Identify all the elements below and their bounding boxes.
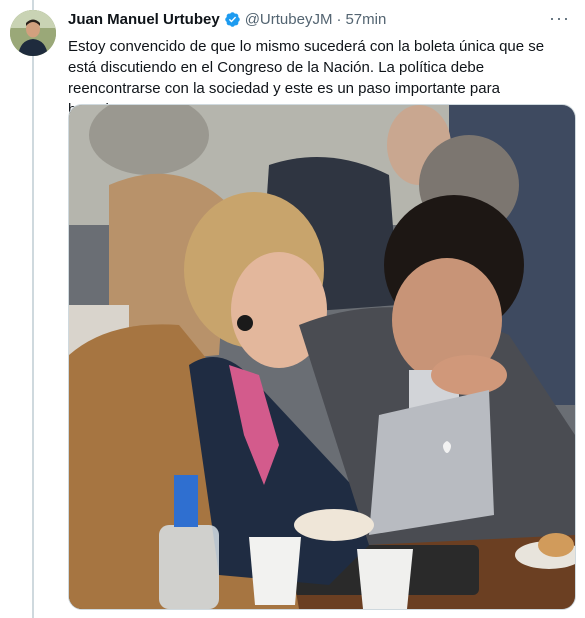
more-options-icon[interactable]: ···: [549, 8, 570, 29]
author-handle[interactable]: @UrtubeyJM: [245, 11, 333, 28]
timestamp[interactable]: 57min: [345, 11, 386, 28]
avatar[interactable]: [10, 10, 56, 56]
thread-line: [32, 0, 34, 618]
separator-dot: ·: [336, 10, 342, 28]
verified-badge-icon: [224, 11, 241, 28]
author-name[interactable]: Juan Manuel Urtubey: [68, 11, 220, 28]
tweet-header: Juan Manuel Urtubey @UrtubeyJM · 57min: [68, 8, 576, 30]
avatar-image: [10, 10, 56, 56]
tweet-photo[interactable]: [68, 104, 576, 610]
photo-image: [69, 105, 575, 609]
